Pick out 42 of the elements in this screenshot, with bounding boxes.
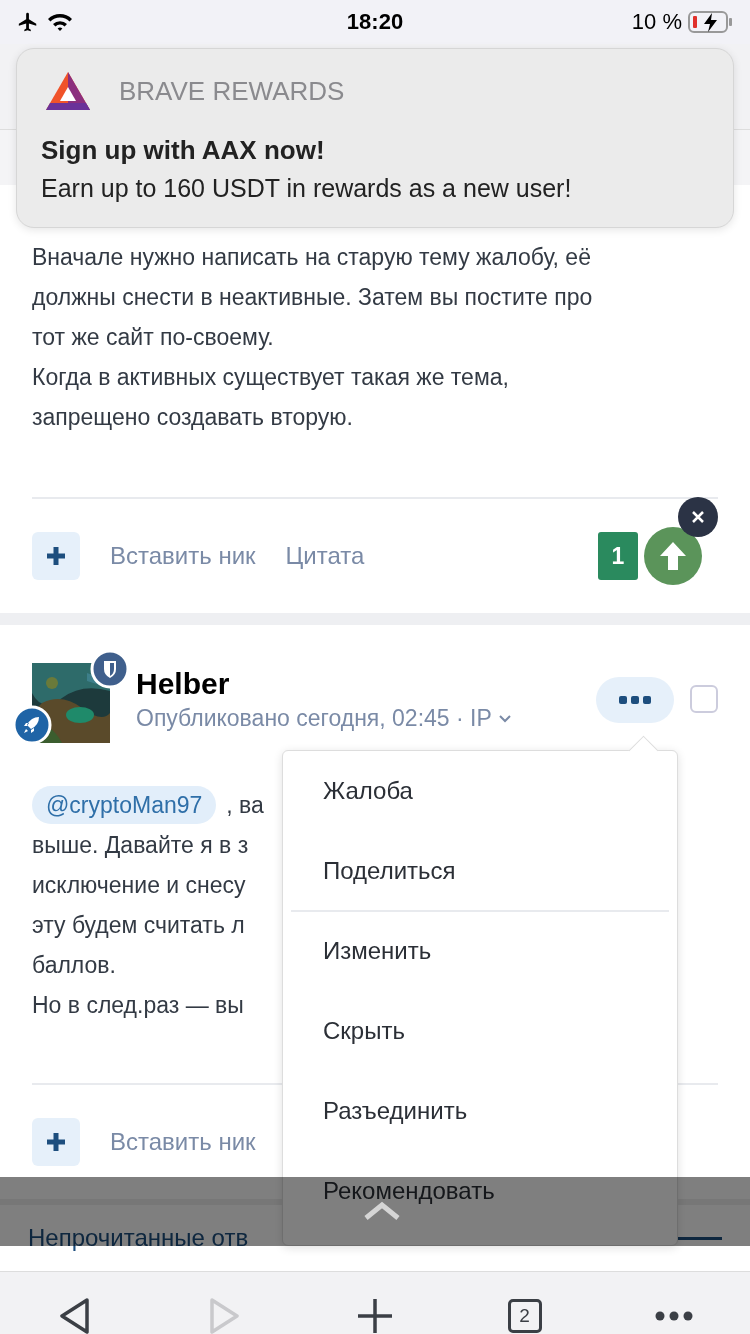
tabs-button[interactable]: 2 (507, 1299, 542, 1333)
close-icon[interactable] (678, 497, 718, 537)
shield-icon (90, 649, 130, 689)
menu-item[interactable]: Скрыть (291, 991, 669, 1071)
vote-count: 1 (598, 532, 638, 580)
battery-icon (688, 10, 734, 34)
post-date: Опубликовано сегодня, 02:45 · IP (136, 705, 492, 732)
upvote-button[interactable] (644, 527, 702, 585)
notification-app: BRAVE REWARDS (119, 75, 345, 107)
menu-item[interactable]: Поделиться (291, 831, 669, 911)
post-text: , ва (226, 791, 264, 820)
battery-percent: 10 % (631, 9, 682, 35)
add-button[interactable] (32, 532, 80, 580)
rocket-icon (12, 705, 52, 745)
author-name[interactable]: Helber (136, 667, 512, 701)
triangle-logo-icon (45, 71, 91, 111)
plus-icon[interactable] (356, 1297, 394, 1334)
plus-icon (44, 544, 68, 568)
chevron-down-icon[interactable] (497, 713, 512, 724)
post-text: Но в след.раз — вы (32, 991, 244, 1020)
post-text: эту будем считать л (32, 911, 245, 940)
more-icon[interactable] (655, 1311, 694, 1321)
menu-item[interactable]: Разъединить (291, 1071, 669, 1151)
menu-item[interactable]: Жалоба (291, 751, 669, 831)
notification-title: Sign up with AAX now! (41, 135, 326, 166)
plus-icon (44, 1130, 68, 1154)
menu-item[interactable]: Изменить (291, 911, 669, 991)
wifi-icon (46, 11, 74, 33)
status-time: 18:20 (346, 9, 404, 35)
more-button[interactable] (596, 677, 674, 723)
post-text: баллов. (32, 951, 116, 980)
post-text: Вначале нужно написать на старую тему жалобу, её должны снести в неактивные. Затем вы постите про тот же сайт по-своему. Когда в активных существует такая же тема, запрещено создавать вторую. (32, 243, 594, 432)
mention-link[interactable]: @cryptoMan97 (32, 786, 217, 824)
add-button[interactable] (32, 1118, 80, 1166)
select-checkbox[interactable] (690, 685, 718, 713)
post-text: исключение и снесу (32, 871, 246, 900)
menu-item[interactable]: Рекомендовать (291, 1151, 669, 1231)
section-title[interactable]: Непрочитанные отв (28, 1224, 249, 1252)
notification-body: Earn up to 160 USDT in rewards as a new user! (41, 174, 573, 203)
notification-card[interactable]: BRAVE REWARDS Sign up with AAX now! Earn up to 160 USDT in rewards as a new user! (16, 48, 734, 228)
more-icon (618, 695, 652, 705)
post-text: выше. Давайте я в з (32, 831, 249, 860)
